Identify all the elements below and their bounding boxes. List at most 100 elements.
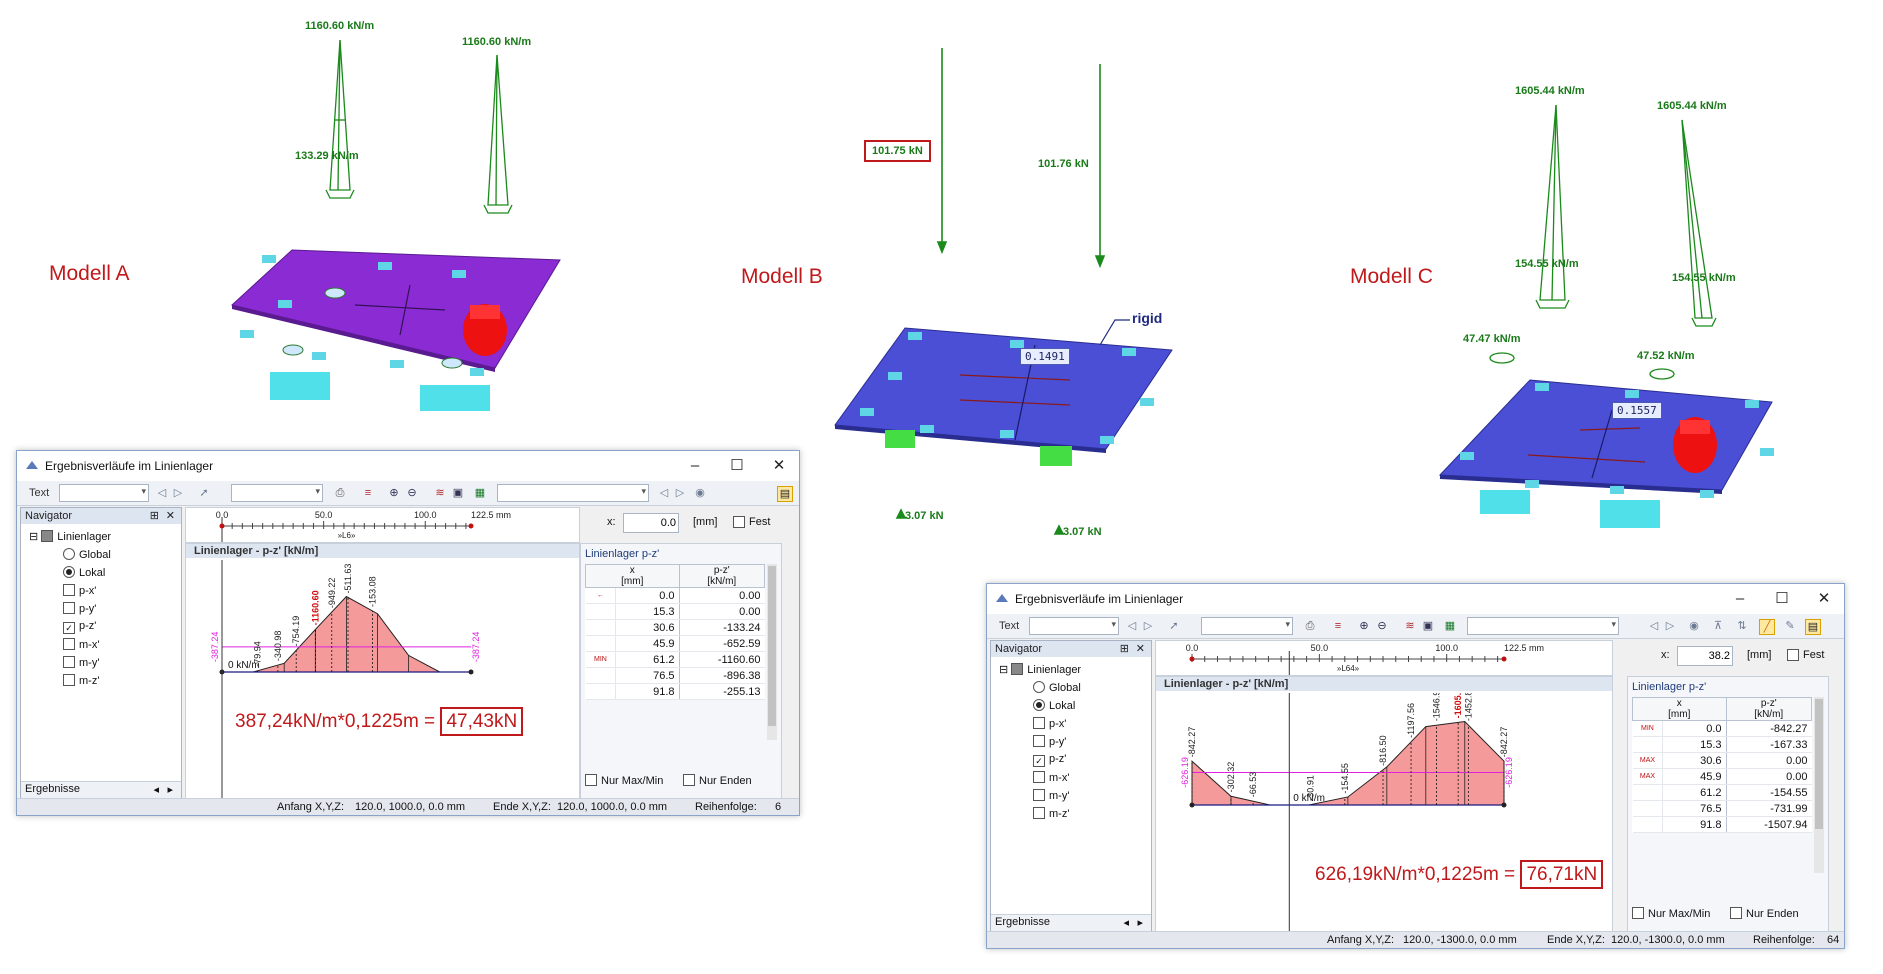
sort-icon[interactable]: ⇅ bbox=[1735, 619, 1749, 633]
nav-prev-icon[interactable]: ◂ bbox=[153, 783, 159, 796]
nur-enden-option[interactable]: Nur Enden bbox=[683, 774, 752, 787]
table-row[interactable]: 15.3 0.00 bbox=[585, 603, 765, 620]
pin-icon[interactable]: ⊞ bbox=[1120, 641, 1129, 657]
tab-results[interactable]: Ergebnisse bbox=[25, 783, 80, 795]
tree-item-py[interactable]: p-y' bbox=[1033, 735, 1066, 748]
checkbox-mx[interactable] bbox=[63, 638, 75, 650]
radio-global[interactable] bbox=[63, 548, 75, 560]
table-row[interactable]: MAX 45.9 0.00 bbox=[1632, 768, 1812, 785]
diagram-icon[interactable]: ≋ bbox=[433, 486, 447, 500]
nur-maxmin-option[interactable]: Nur Max/Min bbox=[1632, 907, 1710, 920]
checkbox-py[interactable] bbox=[1033, 735, 1045, 747]
filter-icon[interactable]: ⊼ bbox=[1711, 619, 1725, 633]
checkbox-mx[interactable] bbox=[1033, 771, 1045, 783]
zoom-in-icon[interactable]: ⊕ bbox=[1357, 619, 1371, 633]
brush-icon[interactable]: ✎ bbox=[1783, 619, 1797, 633]
tree-item-mz[interactable]: m-z' bbox=[63, 674, 99, 687]
nav-next-icon[interactable]: ▸ bbox=[1137, 916, 1143, 929]
checkbox-mz[interactable] bbox=[63, 674, 75, 686]
tree-root-checkbox[interactable] bbox=[41, 530, 54, 542]
text-combo[interactable] bbox=[1029, 617, 1119, 635]
excel-icon[interactable]: ▦ bbox=[473, 486, 487, 500]
tree-item-mx[interactable]: m-x' bbox=[63, 638, 99, 651]
tree-item-py[interactable]: p-y' bbox=[63, 602, 96, 615]
maximize-button[interactable]: ☐ bbox=[1768, 588, 1796, 610]
checkbox-px[interactable] bbox=[63, 584, 75, 596]
checkbox-mz[interactable] bbox=[1033, 807, 1045, 819]
fest-checkbox[interactable] bbox=[733, 516, 745, 528]
tree-root[interactable]: ⊟ Linienlager bbox=[999, 663, 1081, 676]
nav-next-icon[interactable]: ▸ bbox=[167, 783, 173, 796]
result-combo[interactable] bbox=[1201, 617, 1293, 635]
minimize-button[interactable]: – bbox=[1726, 588, 1754, 610]
nav-prev-icon[interactable]: ◂ bbox=[1123, 916, 1129, 929]
nur-enden-checkbox[interactable] bbox=[683, 774, 695, 786]
forward-icon[interactable]: ▷ bbox=[1663, 619, 1677, 633]
table-row[interactable]: 15.3 -167.33 bbox=[1632, 736, 1812, 753]
table-row[interactable]: 76.5 -731.99 bbox=[1632, 800, 1812, 817]
nur-maxmin-checkbox[interactable] bbox=[1632, 907, 1644, 919]
collapse-icon[interactable]: ⊟ bbox=[999, 664, 1008, 676]
radio-lokal[interactable] bbox=[1033, 699, 1045, 711]
close-navigator-icon[interactable]: ✕ bbox=[166, 508, 175, 524]
zoom-out-icon[interactable]: ⊖ bbox=[405, 486, 419, 500]
checkbox-py[interactable] bbox=[63, 602, 75, 614]
tree-item-lokal[interactable]: Lokal bbox=[1033, 699, 1075, 712]
scrollbar[interactable] bbox=[1814, 697, 1824, 873]
print-icon[interactable]: ⎙ bbox=[333, 486, 347, 500]
pin-icon[interactable]: ⊞ bbox=[150, 508, 159, 524]
nur-maxmin-checkbox[interactable] bbox=[585, 774, 597, 786]
tree-item-pz[interactable]: ✓ p-z' bbox=[63, 620, 96, 634]
radio-global[interactable] bbox=[1033, 681, 1045, 693]
print-icon[interactable]: ⎙ bbox=[1303, 619, 1317, 633]
forward-icon[interactable]: ▷ bbox=[673, 486, 687, 500]
position-ruler[interactable]: 0.0 50.0 100.0 122.5 mm »L64» bbox=[1155, 640, 1613, 676]
table-icon[interactable]: ▤ bbox=[1805, 619, 1821, 635]
scale-icon[interactable]: ≡ bbox=[361, 486, 375, 500]
table-row[interactable]: 61.2 -154.55 bbox=[1632, 784, 1812, 801]
radio-lokal[interactable] bbox=[63, 566, 75, 578]
table-row[interactable]: 91.8 -255.13 bbox=[585, 683, 765, 700]
table-row[interactable]: MIN 61.2 -1160.60 bbox=[585, 651, 765, 668]
x-input[interactable] bbox=[623, 513, 679, 533]
tree-item-mx[interactable]: m-x' bbox=[1033, 771, 1069, 784]
pointer-icon[interactable]: ➚ bbox=[197, 486, 211, 500]
checkbox-pz[interactable]: ✓ bbox=[1033, 755, 1045, 767]
table-row[interactable]: 45.9 -652.59 bbox=[585, 635, 765, 652]
back-icon[interactable]: ◁ bbox=[1647, 619, 1661, 633]
x-input[interactable] bbox=[1677, 646, 1733, 666]
save-icon[interactable]: ▣ bbox=[1421, 619, 1435, 633]
nur-maxmin-option[interactable]: Nur Max/Min bbox=[585, 774, 663, 787]
tree-item-lokal[interactable]: Lokal bbox=[63, 566, 105, 579]
eye-icon[interactable]: ◉ bbox=[1687, 619, 1701, 633]
tree-item-global[interactable]: Global bbox=[63, 548, 111, 561]
pointer-icon[interactable]: ➚ bbox=[1167, 619, 1181, 633]
tree-item-pz[interactable]: ✓ p-z' bbox=[1033, 753, 1066, 767]
scrollbar-thumb[interactable] bbox=[768, 566, 776, 726]
arrow-right-icon[interactable]: ▷ bbox=[171, 486, 185, 500]
back-icon[interactable]: ◁ bbox=[657, 486, 671, 500]
close-button[interactable]: ✕ bbox=[1810, 588, 1838, 610]
table-row[interactable]: 91.8 -1507.94 bbox=[1632, 816, 1812, 833]
option-combo[interactable] bbox=[1467, 617, 1619, 635]
scrollbar[interactable] bbox=[767, 564, 777, 740]
scale-icon[interactable]: ≡ bbox=[1331, 619, 1345, 633]
tree-item-global[interactable]: Global bbox=[1033, 681, 1081, 694]
arrow-right-icon[interactable]: ▷ bbox=[1141, 619, 1155, 633]
line-style-icon[interactable]: ╱ bbox=[1759, 619, 1775, 635]
zoom-out-icon[interactable]: ⊖ bbox=[1375, 619, 1389, 633]
result-combo[interactable] bbox=[231, 484, 323, 502]
checkbox-pz[interactable]: ✓ bbox=[63, 622, 75, 634]
tree-item-my[interactable]: m-y' bbox=[1033, 789, 1069, 802]
position-ruler[interactable]: 0.0 50.0 100.0 122.5 mm »L6» bbox=[185, 507, 580, 543]
text-combo[interactable] bbox=[59, 484, 149, 502]
table-row[interactable]: 30.6 -133.24 bbox=[585, 619, 765, 636]
collapse-icon[interactable]: ⊟ bbox=[29, 531, 38, 543]
close-button[interactable]: ✕ bbox=[765, 455, 793, 477]
table-row[interactable]: MIN 0.0 -842.27 bbox=[1632, 720, 1812, 737]
checkbox-my[interactable] bbox=[63, 656, 75, 668]
table-row[interactable]: ← 0.0 0.00 bbox=[585, 587, 765, 604]
close-navigator-icon[interactable]: ✕ bbox=[1136, 641, 1145, 657]
minimize-button[interactable]: – bbox=[681, 455, 709, 477]
arrow-left-icon[interactable]: ◁ bbox=[1125, 619, 1139, 633]
